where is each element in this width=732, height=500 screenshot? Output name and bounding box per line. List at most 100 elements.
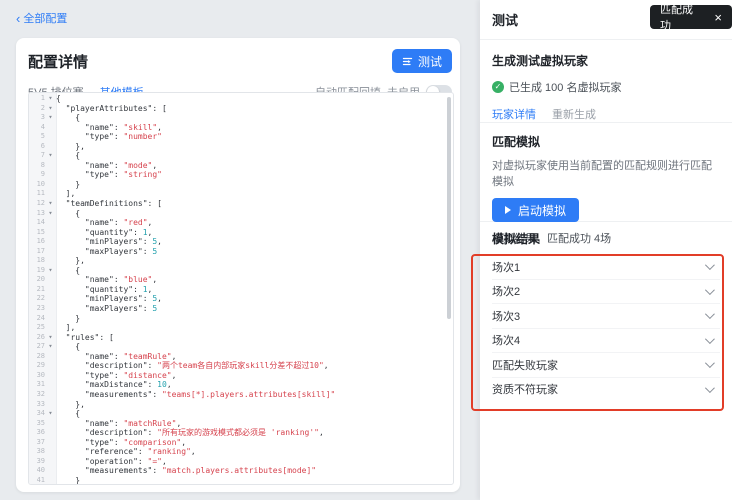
player-details-link[interactable]: 玩家详情	[492, 106, 536, 122]
code-line[interactable]: 31 "maxDistance": 10,	[29, 380, 453, 390]
line-number: 12	[29, 199, 45, 209]
back-chevron-icon: ‹	[16, 13, 20, 24]
line-number: 40	[29, 466, 45, 476]
start-simulation-button[interactable]: 启动模拟	[492, 198, 579, 222]
line-number: 16	[29, 237, 45, 247]
code-line[interactable]: 17 "maxPlayers": 5	[29, 247, 453, 257]
code-editor[interactable]: 1▾{2▾ "playerAttributes": [3▾ {4 "name":…	[28, 92, 454, 485]
code-line[interactable]: 27▾ {	[29, 342, 453, 352]
code-line[interactable]: 39 "operation": "=",	[29, 457, 453, 467]
code-text: "maxDistance": 10,	[56, 380, 172, 390]
code-line[interactable]: 29 "description": "两个team各自内部玩家skill分差不超…	[29, 361, 453, 371]
line-number: 27	[29, 342, 45, 352]
code-line[interactable]: 28 "name": "teamRule",	[29, 352, 453, 362]
code-line[interactable]: 35 "name": "matchRule",	[29, 419, 453, 429]
code-line[interactable]: 36 "description": "所有玩家的游戏模式都必须是 'rankin…	[29, 428, 453, 438]
result-row[interactable]: 场次4	[492, 329, 720, 354]
fold-spacer	[45, 390, 56, 400]
line-number: 30	[29, 371, 45, 381]
fold-icon[interactable]: ▾	[45, 342, 56, 352]
code-line[interactable]: 3▾ {	[29, 113, 453, 123]
line-number: 36	[29, 428, 45, 438]
result-row-label: 场次2	[492, 283, 520, 299]
line-number: 20	[29, 275, 45, 285]
result-row[interactable]: 场次1	[492, 255, 720, 280]
fold-icon[interactable]: ▾	[45, 333, 56, 343]
code-line[interactable]: 30 "type": "distance",	[29, 371, 453, 381]
line-number: 11	[29, 189, 45, 199]
code-text: {	[56, 113, 80, 123]
code-line[interactable]: 15 "quantity": 1,	[29, 228, 453, 238]
code-line[interactable]: 25 ],	[29, 323, 453, 333]
line-number: 23	[29, 304, 45, 314]
code-line[interactable]: 20 "name": "blue",	[29, 275, 453, 285]
code-line[interactable]: 7▾ {	[29, 151, 453, 161]
line-number: 9	[29, 170, 45, 180]
code-line[interactable]: 32 "measurements": "teams[*].players.att…	[29, 390, 453, 400]
code-line[interactable]: 23 "maxPlayers": 5	[29, 304, 453, 314]
code-line[interactable]: 11 ],	[29, 189, 453, 199]
code-line[interactable]: 2▾ "playerAttributes": [	[29, 104, 453, 114]
regenerate-link[interactable]: 重新生成	[552, 106, 596, 122]
result-row[interactable]: 匹配失败玩家	[492, 353, 720, 378]
code-line[interactable]: 38 "reference": "ranking",	[29, 447, 453, 457]
fold-icon[interactable]: ▾	[45, 209, 56, 219]
fold-icon[interactable]: ▾	[45, 199, 56, 209]
code-line[interactable]: 26▾ "rules": [	[29, 333, 453, 343]
code-line[interactable]: 41 }	[29, 476, 453, 485]
result-row[interactable]: 场次3	[492, 304, 720, 329]
fold-icon[interactable]: ▾	[45, 151, 56, 161]
fold-icon[interactable]: ▾	[45, 409, 56, 419]
code-line[interactable]: 8 "name": "mode",	[29, 161, 453, 171]
fold-spacer	[45, 457, 56, 467]
fold-spacer	[45, 304, 56, 314]
code-line[interactable]: 37 "type": "comparison",	[29, 438, 453, 448]
result-row[interactable]: 资质不符玩家	[492, 378, 720, 402]
chevron-down-icon	[705, 285, 715, 295]
code-line[interactable]: 4 "name": "skill",	[29, 123, 453, 133]
app-window: ‹ 全部配置 配置详情 测试 5V5 排位赛 其他模板 自动匹配回填 未启用	[0, 0, 732, 500]
editor-scrollbar[interactable]	[447, 97, 451, 319]
code-line[interactable]: 24 }	[29, 314, 453, 324]
code-line[interactable]: 18 },	[29, 256, 453, 266]
code-line[interactable]: 9 "type": "string"	[29, 170, 453, 180]
code-text: "name": "red",	[56, 218, 152, 228]
fold-spacer	[45, 400, 56, 410]
start-simulation-label: 启动模拟	[518, 202, 566, 219]
code-line[interactable]: 40 "measurements": "match.players.attrib…	[29, 466, 453, 476]
result-rows: 场次1 场次2 场次3 场次4匹配失败玩家资质不符玩家	[492, 255, 720, 401]
fold-spacer	[45, 123, 56, 133]
fold-icon[interactable]: ▾	[45, 113, 56, 123]
code-text: {	[56, 94, 61, 104]
code-line[interactable]: 19▾ {	[29, 266, 453, 276]
code-line[interactable]: 34▾ {	[29, 409, 453, 419]
code-line[interactable]: 1▾{	[29, 94, 453, 104]
code-text: ],	[56, 323, 75, 333]
code-line[interactable]: 22 "minPlayers": 5,	[29, 294, 453, 304]
code-line[interactable]: 5 "type": "number"	[29, 132, 453, 142]
code-line[interactable]: 12▾ "teamDefinitions": [	[29, 199, 453, 209]
result-row[interactable]: 场次2	[492, 280, 720, 305]
code-text: "description": "所有玩家的游戏模式都必须是 'ranking'"…	[56, 428, 324, 438]
close-icon[interactable]: ×	[714, 11, 722, 24]
code-line[interactable]: 16 "minPlayers": 5,	[29, 237, 453, 247]
code-line[interactable]: 14 "name": "red",	[29, 218, 453, 228]
code-line[interactable]: 13▾ {	[29, 209, 453, 219]
code-line[interactable]: 33 },	[29, 400, 453, 410]
page-title: 配置详情	[28, 51, 88, 72]
fold-icon[interactable]: ▾	[45, 94, 56, 104]
code-line[interactable]: 21 "quantity": 1,	[29, 285, 453, 295]
back-link[interactable]: ‹ 全部配置	[16, 10, 67, 26]
config-card: 配置详情 测试 5V5 排位赛 其他模板 自动匹配回填 未启用	[16, 38, 460, 492]
fold-icon[interactable]: ▾	[45, 104, 56, 114]
code-line[interactable]: 10 }	[29, 180, 453, 190]
code-text: "measurements": "match.players.attribute…	[56, 466, 316, 476]
code-text: "quantity": 1,	[56, 285, 152, 295]
line-number: 13	[29, 209, 45, 219]
code-line[interactable]: 6 },	[29, 142, 453, 152]
test-button[interactable]: 测试	[392, 49, 452, 73]
fold-spacer	[45, 476, 56, 485]
result-row-label: 场次3	[492, 308, 520, 324]
chevron-down-icon	[705, 309, 715, 319]
fold-icon[interactable]: ▾	[45, 266, 56, 276]
